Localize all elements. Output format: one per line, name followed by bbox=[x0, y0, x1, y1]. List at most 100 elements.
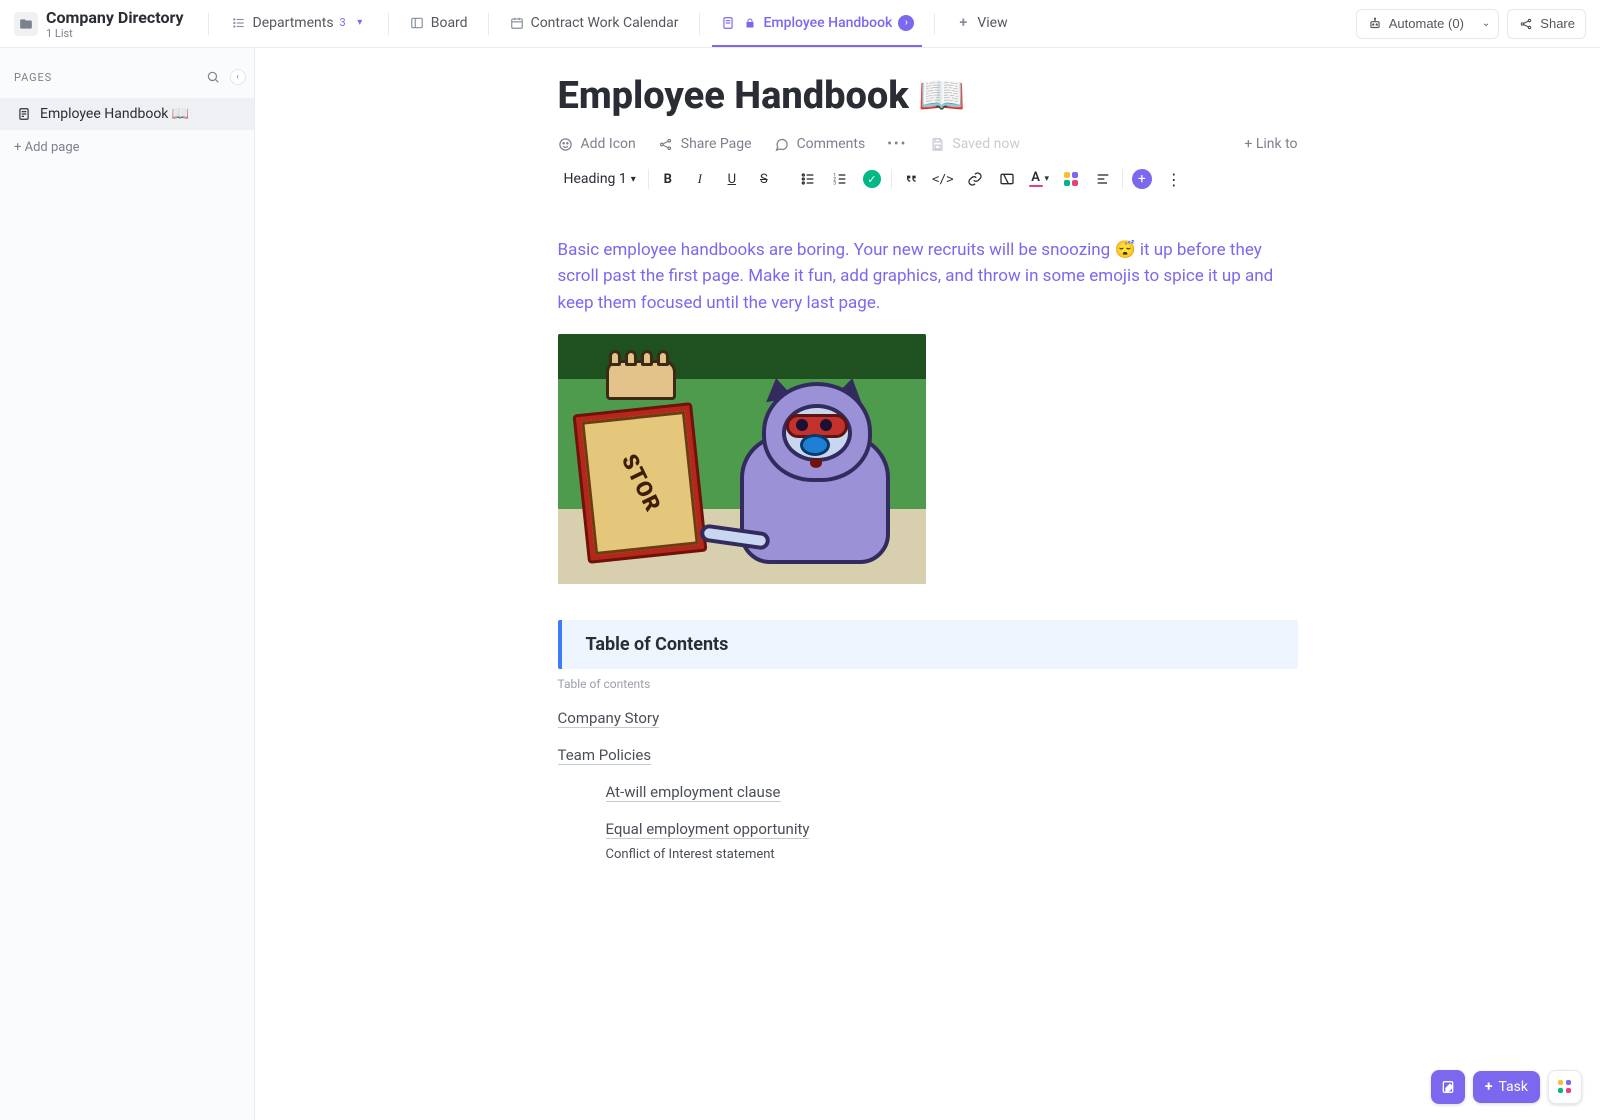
tab-add-view[interactable]: + View bbox=[947, 0, 1015, 47]
automate-dropdown[interactable]: ⌄ bbox=[1474, 9, 1499, 39]
tab-board[interactable]: Board bbox=[401, 0, 476, 47]
sidebar-heading: PAGES bbox=[14, 71, 52, 84]
font-color-icon: A bbox=[1029, 171, 1043, 187]
share-page-button[interactable]: Share Page bbox=[658, 136, 752, 152]
separator bbox=[208, 13, 209, 35]
folder-title: Company Directory bbox=[46, 8, 184, 27]
toc-link-at-will[interactable]: At-will employment clause bbox=[606, 783, 781, 802]
bullet-list-icon bbox=[800, 171, 816, 187]
robot-icon bbox=[1367, 16, 1383, 32]
calendar-icon bbox=[509, 15, 525, 31]
link-icon bbox=[967, 171, 983, 187]
tab-contract-calendar[interactable]: Contract Work Calendar bbox=[501, 0, 687, 47]
sidebar-item-employee-handbook[interactable]: Employee Handbook 📖 bbox=[0, 98, 254, 130]
top-bar: Company Directory 1 List Departments 3 ▾… bbox=[0, 0, 1600, 48]
intro-text-before: Basic employee handbooks are boring. You… bbox=[558, 240, 1115, 260]
collapse-sidebar-button[interactable]: ‹ bbox=[230, 69, 246, 85]
more-menu-button[interactable]: ••• bbox=[887, 136, 907, 152]
pages-sidebar: PAGES ‹ Employee Handbook 📖 + Add page bbox=[0, 48, 255, 1120]
embedded-image[interactable]: STOR bbox=[558, 334, 926, 584]
plus-icon: + bbox=[955, 15, 971, 31]
toc-link-equal-employment[interactable]: Equal employment opportunity bbox=[606, 820, 810, 839]
font-color-button[interactable]: A ▾ bbox=[1026, 166, 1052, 192]
numbered-list-icon: 123 bbox=[832, 171, 848, 187]
chevron-down-icon: ▾ bbox=[352, 15, 368, 31]
heading-dropdown[interactable]: Heading 1 ▾ bbox=[558, 167, 642, 191]
add-page-button[interactable]: + Add page bbox=[0, 130, 254, 165]
share-label: Share bbox=[1540, 16, 1575, 31]
notepad-fab[interactable] bbox=[1431, 1070, 1465, 1104]
insert-block-button[interactable]: + bbox=[1129, 166, 1155, 192]
plus-icon: + bbox=[1485, 1079, 1493, 1095]
toc-item-conflict: Conflict of Interest statement bbox=[606, 847, 775, 862]
toc-link-team-policies[interactable]: Team Policies bbox=[558, 746, 652, 765]
toc-banner-title: Table of Contents bbox=[586, 634, 1274, 655]
title-block[interactable]: Company Directory 1 List bbox=[46, 8, 184, 40]
share-icon bbox=[658, 136, 674, 152]
doc-icon bbox=[16, 106, 32, 122]
create-task-fab[interactable]: + Task bbox=[1473, 1071, 1540, 1103]
status-colors-button[interactable] bbox=[1058, 166, 1084, 192]
folder-subtitle: 1 List bbox=[46, 27, 184, 40]
quote-button[interactable] bbox=[898, 166, 924, 192]
link-to-label: + Link to bbox=[1244, 136, 1297, 152]
check-circle-icon: ✓ bbox=[863, 170, 881, 188]
automate-label: Automate (0) bbox=[1389, 16, 1464, 31]
intro-paragraph[interactable]: Basic employee handbooks are boring. You… bbox=[558, 237, 1298, 316]
embed-icon bbox=[999, 171, 1015, 187]
list-icon bbox=[231, 15, 247, 31]
tab-departments[interactable]: Departments 3 ▾ bbox=[223, 0, 376, 47]
italic-button[interactable]: I bbox=[687, 166, 713, 192]
quote-icon bbox=[903, 171, 919, 187]
bold-button[interactable]: B bbox=[655, 166, 681, 192]
toc-subtitle: Table of contents bbox=[558, 677, 1298, 691]
comments-button[interactable]: Comments bbox=[774, 136, 866, 152]
toc-link-company-story[interactable]: Company Story bbox=[558, 709, 660, 728]
add-icon-label: Add Icon bbox=[581, 136, 636, 152]
underline-button[interactable]: U bbox=[719, 166, 745, 192]
separator bbox=[699, 13, 700, 35]
tab-label: View bbox=[977, 15, 1007, 31]
search-pages-button[interactable] bbox=[202, 66, 224, 88]
checklist-button[interactable]: ✓ bbox=[859, 166, 885, 192]
toc-list: Company Story Team Policies At-will empl… bbox=[558, 699, 1298, 862]
apps-fab[interactable] bbox=[1548, 1070, 1582, 1104]
code-button[interactable]: </> bbox=[930, 166, 956, 192]
bullet-list-button[interactable] bbox=[795, 166, 821, 192]
notepad-icon bbox=[1440, 1079, 1456, 1095]
doc-icon bbox=[720, 15, 736, 31]
separator bbox=[934, 13, 935, 35]
add-icon-button[interactable]: Add Icon bbox=[558, 136, 636, 152]
separator bbox=[488, 13, 489, 35]
numbered-list-button[interactable]: 123 bbox=[827, 166, 853, 192]
strike-button[interactable]: S bbox=[751, 166, 777, 192]
automate-button[interactable]: Automate (0) bbox=[1356, 9, 1475, 39]
editor-toolbar: Heading 1 ▾ B I U S 123 ✓ bbox=[558, 160, 1298, 209]
tab-label: Employee Handbook bbox=[764, 15, 893, 31]
tab-label: Board bbox=[431, 15, 468, 31]
image-book-text: STOR bbox=[615, 450, 664, 516]
toolbar-overflow-button[interactable]: ⋮ bbox=[1161, 166, 1187, 192]
embed-button[interactable] bbox=[994, 166, 1020, 192]
save-icon bbox=[929, 136, 945, 152]
share-button[interactable]: Share bbox=[1507, 9, 1586, 39]
board-icon bbox=[409, 15, 425, 31]
separator bbox=[891, 169, 892, 189]
kebab-icon: ⋮ bbox=[1166, 170, 1182, 189]
align-button[interactable] bbox=[1090, 166, 1116, 192]
share-page-label: Share Page bbox=[681, 136, 752, 152]
link-to-button[interactable]: + Link to bbox=[1244, 136, 1297, 152]
bold-icon: B bbox=[664, 172, 672, 187]
chevron-right-icon[interactable]: › bbox=[898, 15, 914, 31]
saved-label: Saved now bbox=[952, 136, 1020, 152]
link-button[interactable] bbox=[962, 166, 988, 192]
lock-icon bbox=[742, 15, 758, 31]
italic-icon: I bbox=[698, 171, 702, 187]
tab-label: Contract Work Calendar bbox=[531, 15, 679, 31]
doc-title-text: Employee Handbook 📖 bbox=[558, 74, 966, 118]
tab-employee-handbook[interactable]: Employee Handbook › bbox=[712, 0, 923, 47]
sleepy-emoji-icon: 😴 bbox=[1114, 240, 1135, 260]
doc-title[interactable]: Employee Handbook 📖 bbox=[558, 74, 1298, 118]
plus-circle-icon: + bbox=[1132, 169, 1152, 189]
share-icon bbox=[1518, 16, 1534, 32]
